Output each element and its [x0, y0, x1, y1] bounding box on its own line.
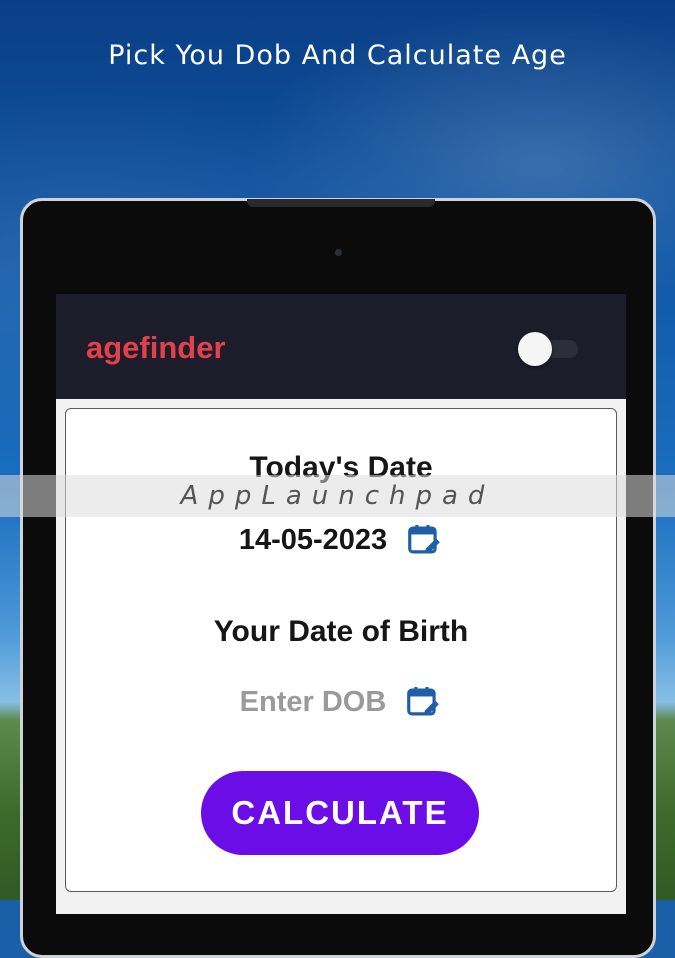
toggle-thumb — [518, 332, 552, 366]
camera-icon — [335, 249, 342, 256]
calculate-button[interactable]: CALCULATE — [201, 771, 479, 855]
dob-row: Enter DOB — [66, 683, 616, 721]
tablet-notch — [247, 199, 435, 207]
today-date-value: 14-05-2023 — [238, 523, 388, 556]
today-date-row: 14-05-2023 — [66, 521, 616, 559]
dob-input[interactable]: Enter DOB — [240, 686, 387, 719]
dob-label: Your Date of Birth — [213, 615, 469, 648]
app-bar: agefinder — [56, 294, 626, 399]
theme-toggle[interactable] — [518, 332, 578, 366]
app-title: agefinder — [86, 330, 226, 365]
calendar-edit-icon[interactable] — [405, 521, 443, 559]
calendar-edit-icon[interactable] — [404, 683, 442, 721]
promo-headline: Pick You Dob And Calculate Age — [108, 40, 567, 71]
app-screen: agefinder Today's Date 14-05-2023 Your D… — [56, 294, 626, 914]
tablet-frame: agefinder Today's Date 14-05-2023 Your D… — [20, 198, 656, 958]
watermark-banner: AppLaunchpad — [0, 475, 675, 517]
